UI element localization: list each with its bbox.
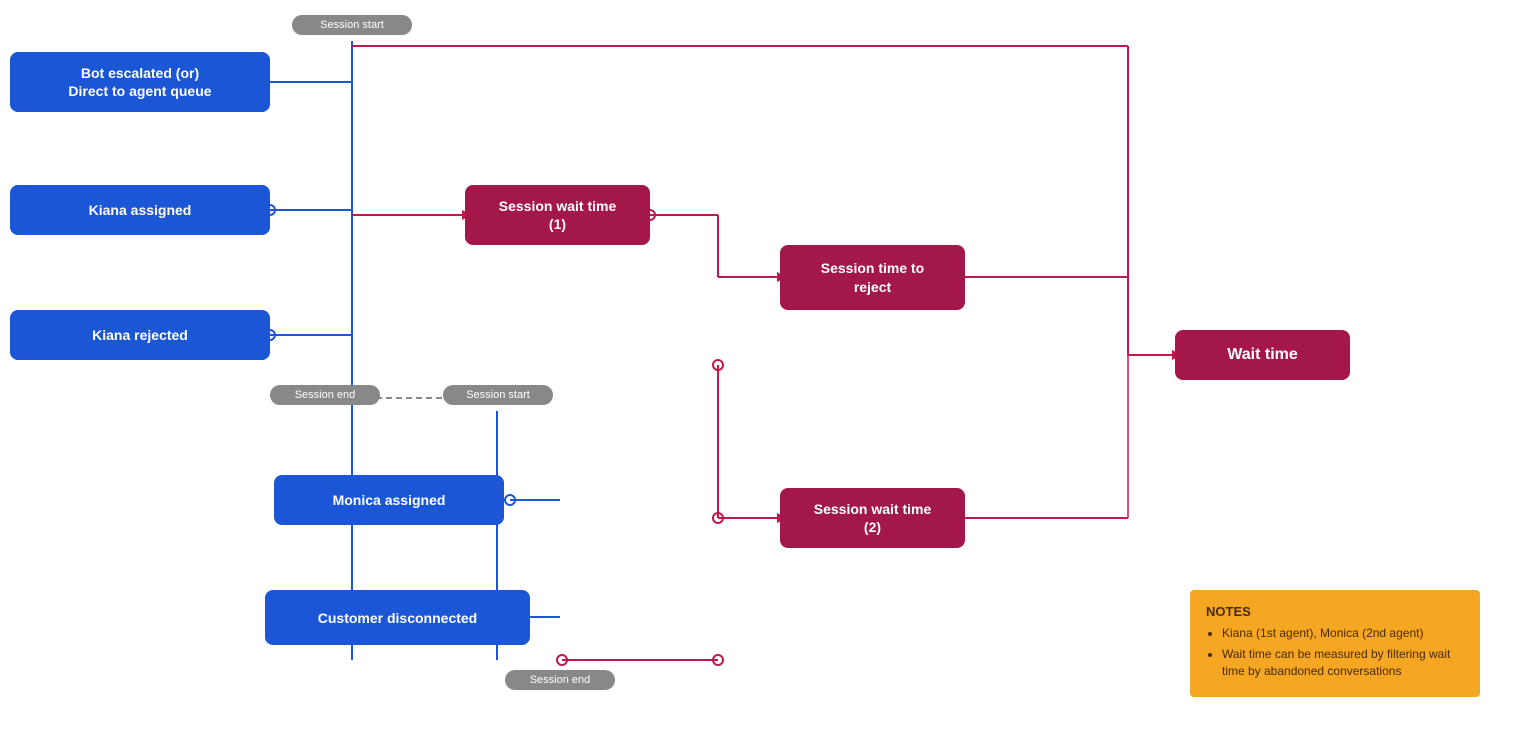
notes-box: NOTES Kiana (1st agent), Monica (2nd age… <box>1190 590 1480 697</box>
session-start-1-label: Session start <box>292 15 412 35</box>
session-wait-time-2-node: Session wait time (2) <box>780 488 965 548</box>
wait-time-node: Wait time <box>1175 330 1350 380</box>
monica-assigned-node: Monica assigned <box>274 475 504 525</box>
session-wait-time-1-node: Session wait time (1) <box>465 185 650 245</box>
session-start-2-label: Session start <box>443 385 553 405</box>
session-time-to-reject-node: Session time to reject <box>780 245 965 310</box>
session-end-1-label: Session end <box>270 385 380 405</box>
notes-item-1: Kiana (1st agent), Monica (2nd agent) <box>1222 625 1464 642</box>
notes-list: Kiana (1st agent), Monica (2nd agent) Wa… <box>1206 625 1464 679</box>
customer-disconnected-node: Customer disconnected <box>265 590 530 645</box>
notes-title: NOTES <box>1206 604 1464 619</box>
kiana-rejected-node: Kiana rejected <box>10 310 270 360</box>
bot-escalated-node: Bot escalated (or) Direct to agent queue <box>10 52 270 112</box>
session-end-2-label: Session end <box>505 670 615 690</box>
notes-item-2: Wait time can be measured by filtering w… <box>1222 646 1464 680</box>
kiana-assigned-node: Kiana assigned <box>10 185 270 235</box>
diagram-container: Session start Bot escalated (or) Direct … <box>0 0 1536 738</box>
